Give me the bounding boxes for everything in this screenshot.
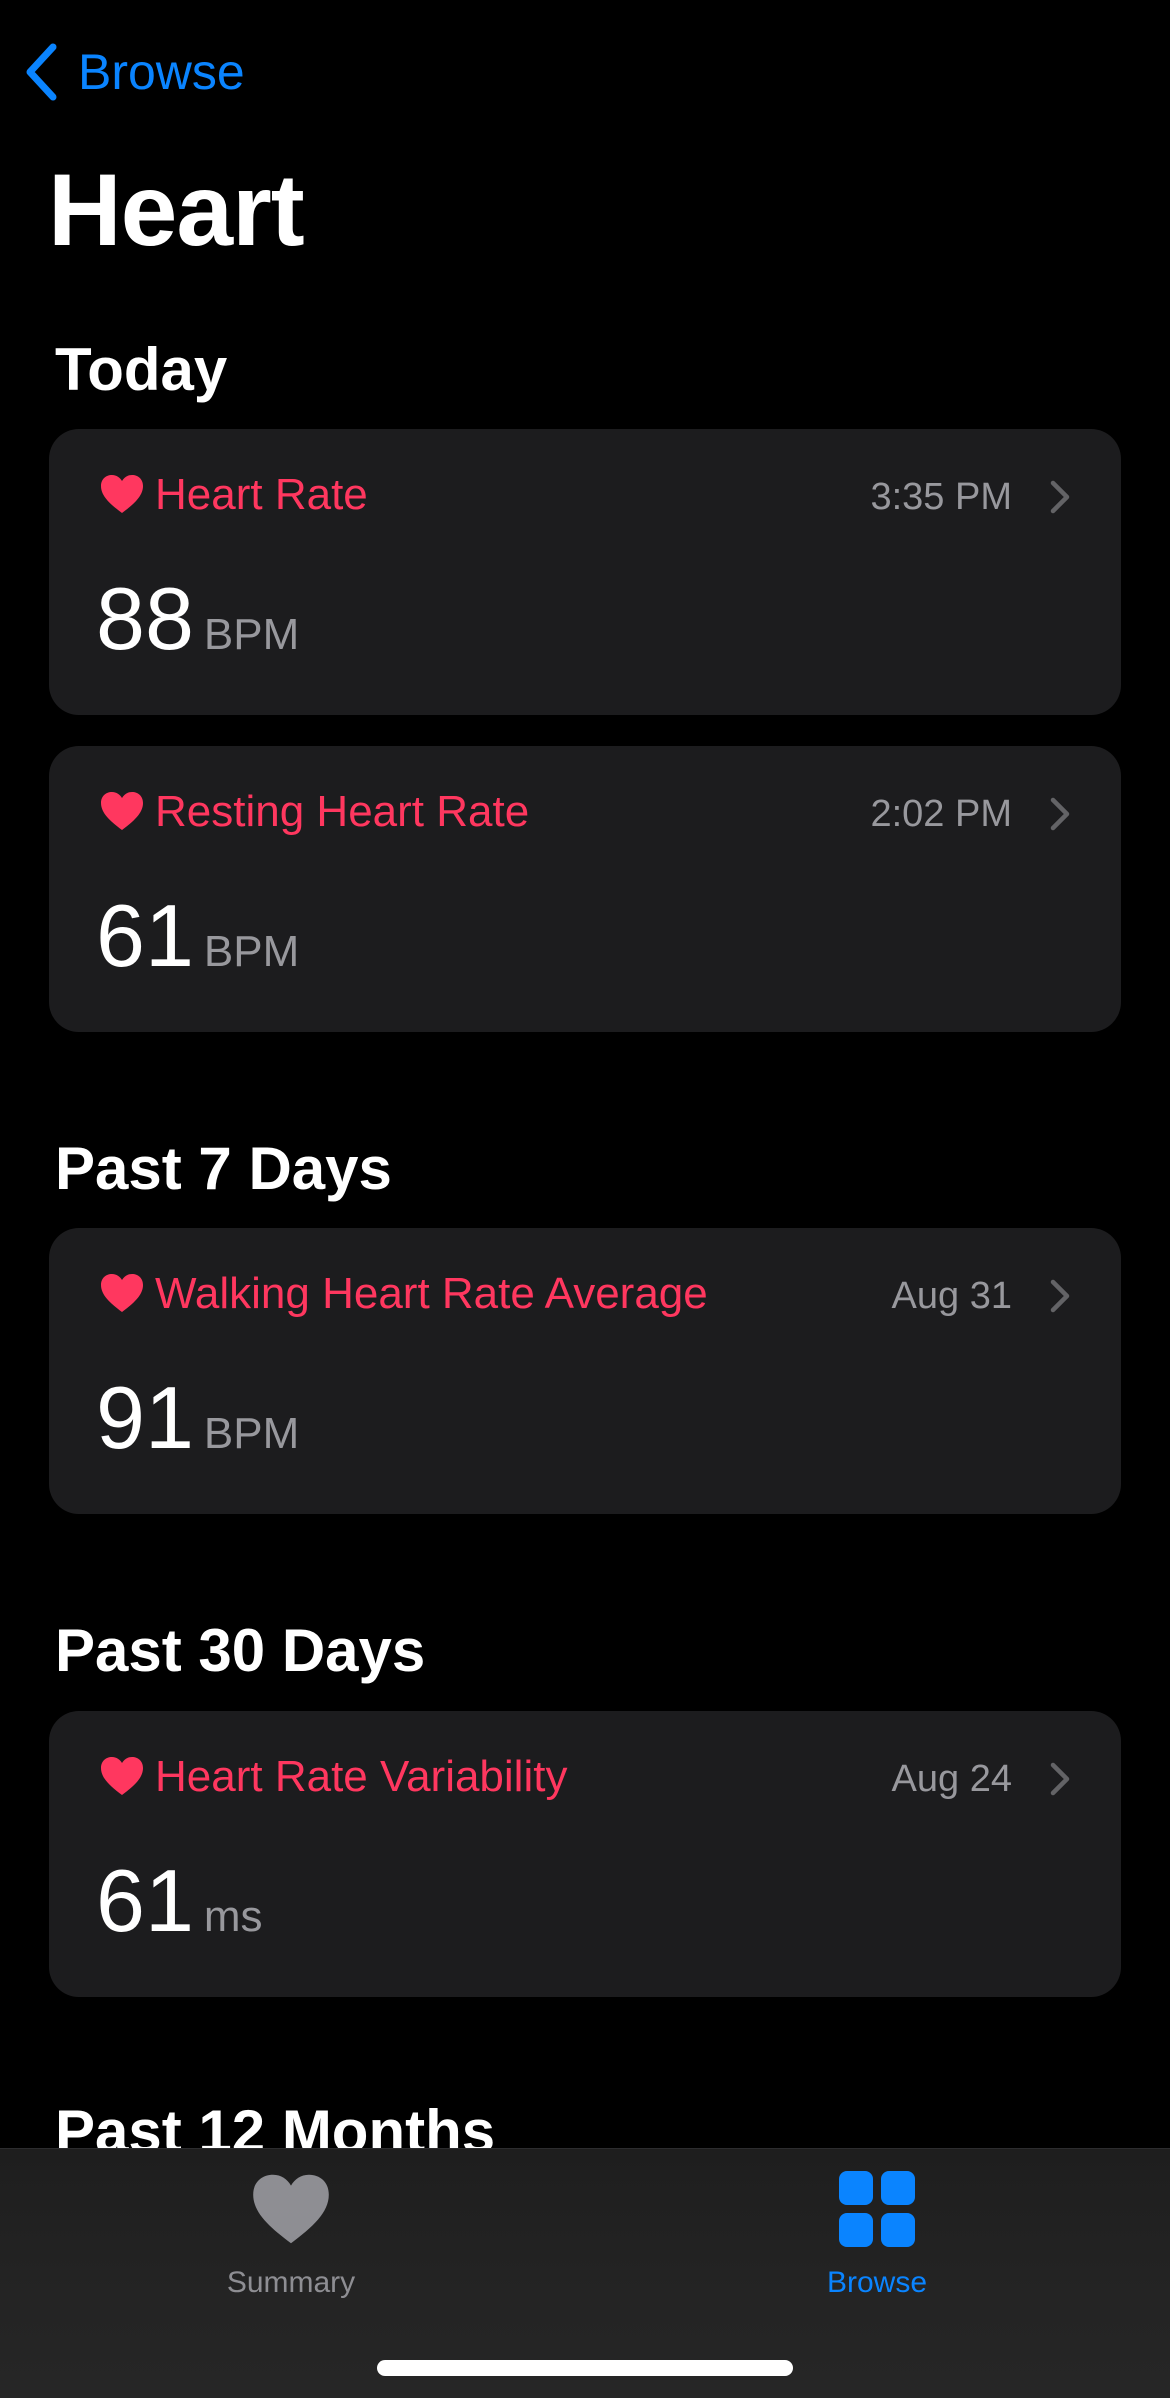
tab-summary-label: Summary [226,2266,356,2299]
chevron-right-icon [1049,1761,1071,1797]
tab-browse-label: Browse [826,2266,928,2299]
value-unit: BPM [203,1409,300,1458]
card-timestamp: Aug 24 [891,1758,1012,1800]
tab-bar: Summary Browse [0,2148,1170,2398]
value-unit: BPM [203,927,300,976]
value-number: 61 [96,1851,194,1950]
card-title: Heart Rate Variability [155,1752,568,1801]
section-header-today: Today [55,336,228,403]
heart-icon [100,791,144,831]
heart-icon [100,1756,144,1796]
card-heart-rate-variability[interactable]: Heart Rate Variability Aug 24 61 ms [49,1711,1121,1997]
heart-icon [253,2174,329,2244]
card-value: 91 BPM [96,1368,299,1468]
card-timestamp: 3:35 PM [870,476,1012,518]
heart-icon [100,474,144,514]
value-unit: ms [203,1892,263,1941]
card-resting-heart-rate[interactable]: Resting Heart Rate 2:02 PM 61 BPM [49,746,1121,1032]
card-value: 61 ms [96,1851,263,1951]
card-title: Walking Heart Rate Average [155,1269,708,1318]
card-value: 88 BPM [96,569,299,669]
page-title: Heart [48,153,305,267]
home-indicator [377,2360,793,2376]
card-value: 61 BPM [96,886,299,986]
card-timestamp: 2:02 PM [870,793,1012,835]
card-walking-heart-rate-average[interactable]: Walking Heart Rate Average Aug 31 91 BPM [49,1228,1121,1514]
chevron-right-icon [1049,796,1071,832]
tab-browse[interactable]: Browse [727,2169,1027,2301]
back-button-label: Browse [78,44,245,100]
value-number: 88 [96,569,194,668]
value-unit: BPM [203,610,300,659]
grid-icon [839,2171,915,2247]
chevron-left-icon [26,43,57,101]
value-number: 61 [96,886,194,985]
card-heart-rate[interactable]: Heart Rate 3:35 PM 88 BPM [49,429,1121,715]
section-header-past-7-days: Past 7 Days [55,1135,392,1202]
card-timestamp: Aug 31 [891,1275,1012,1317]
card-title: Heart Rate [155,470,368,519]
back-button[interactable]: Browse [24,36,245,108]
heart-icon [100,1273,144,1313]
section-header-past-30-days: Past 30 Days [55,1617,426,1684]
tab-summary[interactable]: Summary [141,2169,441,2301]
card-title: Resting Heart Rate [155,787,530,836]
chevron-right-icon [1049,1278,1071,1314]
value-number: 91 [96,1368,194,1467]
chevron-right-icon [1049,479,1071,515]
